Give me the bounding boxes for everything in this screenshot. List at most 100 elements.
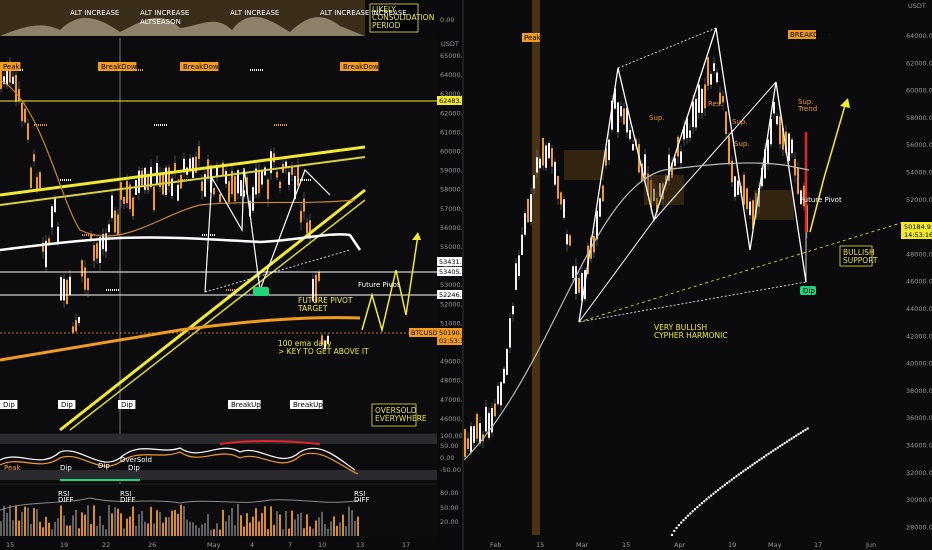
price-tick: 55000.00 — [440, 243, 462, 251]
svg-text:DIFF: DIFF — [120, 496, 136, 504]
candle — [72, 326, 74, 334]
tag-white: Dip — [61, 401, 73, 409]
price-tick: 32000.00 — [906, 469, 932, 477]
candle — [87, 278, 89, 291]
candle — [560, 192, 562, 205]
osc2-tick: 20.00 — [440, 518, 459, 526]
candle — [228, 181, 230, 203]
tag-orange: Peak — [3, 63, 21, 71]
tag-white: Dip — [121, 401, 133, 409]
candle — [617, 102, 619, 133]
price-tick: 56000.00 — [440, 224, 462, 232]
highlight-column — [532, 0, 540, 535]
candle — [306, 222, 308, 234]
candle — [117, 214, 119, 235]
price-tick: 52000.00 — [906, 196, 932, 204]
tag-orange: BreakDown — [183, 63, 223, 71]
candle — [126, 180, 128, 204]
price-badge: 62483.87 — [439, 97, 462, 105]
price-tick: 44000.00 — [906, 305, 932, 313]
dip-marker — [253, 287, 269, 296]
candle — [300, 210, 302, 223]
time-tick: Apr — [674, 541, 686, 549]
candle — [240, 180, 242, 197]
price-badge: 50190.01 — [439, 329, 462, 337]
candle — [261, 170, 263, 185]
right-time-axis: Feb 15 Mar 15 Apr 19 May 17 Jun — [464, 536, 932, 550]
candle — [96, 243, 98, 259]
candle — [773, 101, 775, 114]
candle — [530, 194, 532, 222]
small-tag: Future Pivot — [800, 196, 842, 204]
candle — [539, 158, 541, 169]
candle — [704, 84, 706, 109]
candle — [264, 167, 266, 176]
svg-text:DIFF: DIFF — [354, 496, 370, 504]
right-chart-pane[interactable]: 64000.00 62000.00 60000.00 58000.00 56000.00… — [464, 0, 932, 550]
time-tick: 19 — [60, 541, 68, 549]
candle — [578, 277, 580, 293]
top-indicator-value: 0.00 — [440, 16, 454, 24]
price-area — [0, 38, 437, 430]
candle — [788, 133, 790, 161]
left-price-axis: 65000.0064000.0063000.0062000.0061000.00… — [440, 52, 462, 423]
right-price-badge: 50184.91 — [904, 223, 932, 231]
candle — [569, 235, 571, 246]
price-tick: 64000.00 — [440, 71, 462, 79]
osc1-tick: -50.00 — [440, 466, 461, 474]
candle — [692, 101, 694, 128]
tag-orange: BreakDown — [343, 63, 383, 71]
candle — [318, 271, 320, 281]
candle — [171, 178, 173, 197]
candle — [36, 177, 38, 191]
osc1-tag: OverSold — [120, 456, 152, 464]
price-tick: 51000.00 — [440, 319, 462, 327]
right-symbol: USDT — [908, 2, 926, 10]
candle — [488, 412, 490, 438]
candle — [557, 176, 559, 199]
time-tick: 7 — [288, 541, 292, 549]
time-tick: 15 — [536, 541, 544, 549]
candle — [710, 73, 712, 85]
time-tick: Jun — [865, 541, 876, 549]
right-chart-canvas[interactable]: 64000.00 62000.00 60000.00 58000.00 56000.00… — [464, 0, 932, 550]
osc1-tag: Dip — [60, 464, 72, 472]
candle — [57, 226, 59, 243]
time-tick: 26 — [148, 541, 156, 549]
candle — [150, 166, 152, 187]
price-tick: 49000.00 — [440, 358, 462, 366]
candle — [219, 194, 221, 203]
candle — [680, 151, 682, 163]
candle — [30, 167, 32, 188]
svg-text:DIFF: DIFF — [58, 496, 74, 504]
candle — [533, 175, 535, 189]
candle — [725, 111, 727, 135]
candle — [563, 199, 565, 218]
candle — [114, 210, 116, 233]
osc1-tick: 0.00 — [440, 454, 454, 462]
time-tick: 19 — [728, 541, 736, 549]
candle — [81, 260, 83, 277]
left-chart-canvas[interactable]: LIKELY CONSOLIDATION PERIOD 0.00 ALT INCRE… — [0, 0, 462, 550]
tag-breakout: BREAKOUT — [790, 31, 829, 39]
candle — [518, 255, 520, 277]
osc1-tag: Dip — [98, 462, 110, 470]
top-indicator-label: ALT INCREASE — [140, 9, 189, 17]
left-chart-pane[interactable]: LIKELY CONSOLIDATION PERIOD 0.00 ALT INCRE… — [0, 0, 462, 550]
time-tick: 17 — [402, 541, 410, 549]
time-tick: 22 — [102, 541, 110, 549]
candle — [524, 213, 526, 235]
candle — [476, 413, 478, 439]
candle — [93, 245, 95, 261]
candle — [138, 170, 140, 193]
osc1-tag: Dip — [128, 464, 140, 472]
price-tick: 38000.00 — [906, 387, 932, 395]
candle — [629, 129, 631, 140]
candle — [33, 154, 35, 162]
candle — [258, 169, 260, 194]
candle — [84, 267, 86, 290]
candle — [288, 172, 290, 185]
osc1-tick: 50.00 — [440, 442, 459, 450]
candle — [303, 198, 305, 212]
candle — [279, 181, 281, 189]
